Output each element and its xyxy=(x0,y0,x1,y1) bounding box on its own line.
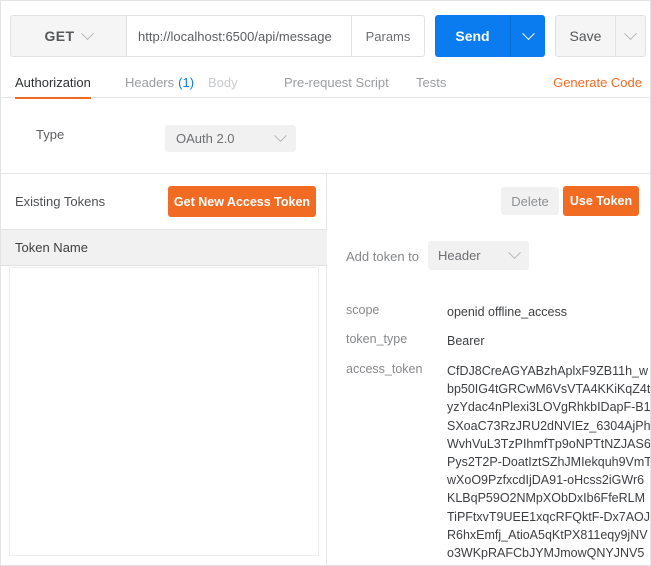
auth-type-dropdown[interactable]: OAuth 2.0 xyxy=(165,125,296,152)
token-name-column-header: Token Name xyxy=(1,230,327,266)
tab-headers-label: Headers xyxy=(125,75,175,90)
tab-tests-label: Tests xyxy=(416,75,447,90)
add-token-to-value: Header xyxy=(438,248,481,263)
get-new-access-token-button[interactable]: Get New Access Token xyxy=(168,186,316,217)
token-field-key: access_token xyxy=(346,362,423,376)
token-details-panel: Delete Use Token Add token to Header sco… xyxy=(328,174,651,565)
postman-request-pane: GET http://localhost:6500/api/message Pa… xyxy=(0,0,651,566)
chevron-down-icon xyxy=(274,129,287,143)
use-token-label: Use Token xyxy=(569,194,633,208)
tab-headers[interactable]: Headers (1) xyxy=(125,67,194,98)
auth-type-value: OAuth 2.0 xyxy=(176,131,235,146)
token-list[interactable] xyxy=(9,267,319,556)
send-options-button[interactable] xyxy=(510,15,545,57)
params-label: Params xyxy=(365,28,411,44)
save-button[interactable]: Save xyxy=(556,16,615,56)
chevron-down-icon xyxy=(521,26,535,40)
send-label: Send xyxy=(455,28,490,44)
chevron-down-icon xyxy=(81,26,95,40)
tab-authorization[interactable]: Authorization xyxy=(15,67,91,99)
generate-code-label: Generate Code xyxy=(553,75,642,90)
token-field-value: openid offline_access xyxy=(447,305,567,319)
delete-token-label: Delete xyxy=(511,193,549,209)
auth-type-label: Type xyxy=(36,127,65,142)
chevron-down-icon xyxy=(624,26,637,40)
token-field-key: token_type xyxy=(346,332,408,346)
token-name-column-label: Token Name xyxy=(15,240,88,255)
request-url-bar: GET http://localhost:6500/api/message Pa… xyxy=(10,15,646,57)
tab-authorization-label: Authorization xyxy=(15,75,91,90)
token-field-key: scope xyxy=(346,303,380,317)
tab-body[interactable]: Body xyxy=(208,67,238,98)
send-button[interactable]: Send xyxy=(435,15,510,57)
save-label: Save xyxy=(569,28,602,44)
add-token-to-dropdown[interactable]: Header xyxy=(428,241,529,270)
auth-type-row: Type xyxy=(1,98,650,174)
save-options-button[interactable] xyxy=(615,16,645,56)
tab-headers-count: (1) xyxy=(178,75,195,90)
url-text: http://localhost:6500/api/message xyxy=(138,28,332,44)
request-tabs: Authorization Headers (1) Body Pre-reque… xyxy=(1,67,650,99)
http-method-label: GET xyxy=(44,28,75,44)
get-new-access-token-label: Get New Access Token xyxy=(173,194,311,209)
send-button-group: Send xyxy=(435,15,545,57)
token-field-value: Bearer xyxy=(447,334,485,348)
existing-tokens-label: Existing Tokens xyxy=(15,194,106,209)
params-button[interactable]: Params xyxy=(352,15,425,57)
save-button-group: Save xyxy=(555,15,646,57)
tab-body-label: Body xyxy=(208,75,238,90)
tab-pre-request-script[interactable]: Pre-request Script xyxy=(284,67,389,98)
existing-tokens-panel: Existing Tokens Get New Access Token Tok… xyxy=(1,174,327,565)
http-method-dropdown[interactable]: GET xyxy=(10,15,127,57)
tab-tests[interactable]: Tests xyxy=(416,67,446,98)
add-token-to-label: Add token to xyxy=(346,249,419,264)
chevron-down-icon xyxy=(508,246,521,260)
tab-pre-request-script-label: Pre-request Script xyxy=(284,75,389,90)
existing-tokens-header: Existing Tokens Get New Access Token xyxy=(1,174,327,230)
delete-token-button[interactable]: Delete xyxy=(501,187,559,215)
use-token-button[interactable]: Use Token xyxy=(563,186,639,216)
generate-code-link[interactable]: Generate Code xyxy=(553,67,642,98)
token-field-value: CfDJ8CreAGYABzhAplxF9ZB11h_wbp50IG4tGRCw… xyxy=(447,364,651,565)
url-input[interactable]: http://localhost:6500/api/message xyxy=(127,15,352,57)
